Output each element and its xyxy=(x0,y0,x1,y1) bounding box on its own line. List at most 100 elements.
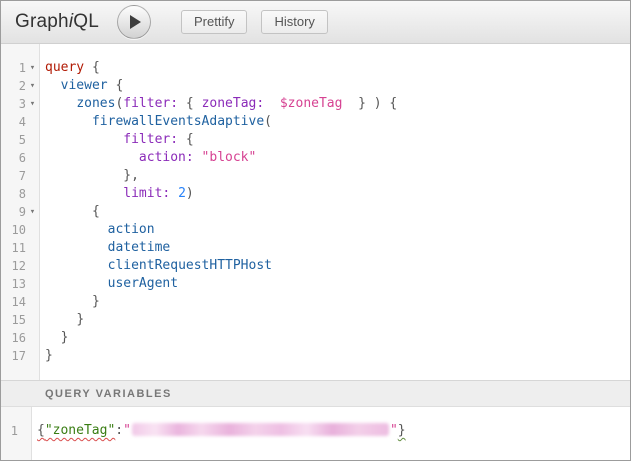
token-ws xyxy=(45,132,123,147)
token-punct: } ) { xyxy=(342,96,397,111)
code-line[interactable]: firewallEventsAdaptive( xyxy=(45,113,397,131)
code-line[interactable]: clientRequestHTTPHost xyxy=(45,257,397,275)
code-line[interactable]: userAgent xyxy=(45,275,397,293)
token-ws xyxy=(45,78,61,93)
code-line[interactable]: datetime xyxy=(45,239,397,257)
token-property: action xyxy=(108,222,155,237)
variables-line-number-gutter: 1 xyxy=(1,407,32,460)
token-ws xyxy=(45,168,123,183)
token-ws xyxy=(45,222,108,237)
token-string: " xyxy=(123,423,131,438)
line-number: 7 xyxy=(19,167,26,185)
execute-query-button[interactable] xyxy=(117,5,151,39)
token-attribute: zoneTag: xyxy=(202,96,265,111)
line-number: 12 xyxy=(12,257,26,275)
token-string: "block" xyxy=(202,150,257,165)
token-string: " xyxy=(390,423,398,438)
token-punct: ( xyxy=(264,114,272,129)
token-property: zones xyxy=(76,96,115,111)
code-line[interactable]: { xyxy=(45,203,397,221)
token-property: clientRequestHTTPHost xyxy=(108,258,272,273)
token-attribute: action: xyxy=(139,150,194,165)
code-line[interactable]: filter: { xyxy=(45,131,397,149)
token-ws xyxy=(45,312,76,327)
token-punct: } xyxy=(61,330,69,345)
token-punct: }, xyxy=(123,168,139,183)
token-ws xyxy=(194,150,202,165)
code-line[interactable]: } xyxy=(45,293,397,311)
line-number: 5 xyxy=(19,131,26,149)
line-number: 14 xyxy=(12,293,26,311)
line-number: 1 xyxy=(11,422,18,440)
play-icon xyxy=(130,15,141,29)
line-number: 2 xyxy=(19,77,26,95)
token-ws xyxy=(45,240,108,255)
code-line[interactable]: zones(filter: { zoneTag: $zoneTag } ) { xyxy=(45,95,397,113)
variables-editor[interactable]: 1 {"zoneTag":""} xyxy=(1,407,630,460)
line-number: 13 xyxy=(12,275,26,293)
token-punct: { xyxy=(84,60,100,75)
token-property: firewallEventsAdaptive xyxy=(92,114,264,129)
line-number: 6 xyxy=(19,149,26,167)
token-punct: { xyxy=(178,96,201,111)
fold-toggle-icon[interactable]: ▾ xyxy=(26,77,39,95)
app-title: GraphiQL xyxy=(15,11,99,33)
token-ws xyxy=(45,114,92,129)
code-line[interactable]: viewer { xyxy=(45,77,397,95)
query-variables-title-bar[interactable]: QUERY VARIABLES xyxy=(1,380,630,407)
token-property: datetime xyxy=(108,240,171,255)
code-line[interactable]: action: "block" xyxy=(45,149,397,167)
history-button[interactable]: History xyxy=(261,10,327,34)
token-punct: } xyxy=(45,348,53,363)
variables-code-area[interactable]: {"zoneTag":""} xyxy=(32,407,406,460)
code-line[interactable]: } xyxy=(45,311,397,329)
line-number: 16 xyxy=(12,329,26,347)
token-ws xyxy=(45,294,92,309)
line-number: 4 xyxy=(19,113,26,131)
code-line[interactable]: {"zoneTag":""} xyxy=(37,422,406,440)
line-number: 1 xyxy=(19,59,26,77)
fold-toggle-icon[interactable]: ▾ xyxy=(26,95,39,113)
code-line[interactable]: } xyxy=(45,329,397,347)
token-varname: "zoneTag" xyxy=(45,423,115,438)
line-number: 9 xyxy=(19,203,26,221)
token-punct: { xyxy=(37,423,45,438)
query-code-area[interactable]: query { viewer { zones(filter: { zoneTag… xyxy=(40,44,397,380)
token-number: 2 xyxy=(178,186,186,201)
token-ws xyxy=(45,186,123,201)
token-keyword: query xyxy=(45,60,84,75)
query-editor[interactable]: 1▾2▾3▾456789▾1011121314151617 query { vi… xyxy=(1,44,630,380)
graphiql-window: GraphiQL Prettify History 1▾2▾3▾456789▾1… xyxy=(0,0,631,461)
code-line[interactable]: action xyxy=(45,221,397,239)
app-title-pre: Graph xyxy=(15,11,69,32)
line-number: 11 xyxy=(12,239,26,257)
token-property: viewer xyxy=(61,78,108,93)
code-line[interactable]: limit: 2) xyxy=(45,185,397,203)
token-punct: : xyxy=(115,423,123,438)
code-line[interactable]: }, xyxy=(45,167,397,185)
token-ws xyxy=(170,186,178,201)
token-punct: ) xyxy=(186,186,194,201)
fold-toggle-icon[interactable]: ▾ xyxy=(26,59,39,77)
query-line-number-gutter: 1▾2▾3▾456789▾1011121314151617 xyxy=(1,44,40,380)
query-variables-title: QUERY VARIABLES xyxy=(45,388,172,400)
token-punct: { xyxy=(92,204,100,219)
prettify-button[interactable]: Prettify xyxy=(181,10,247,34)
line-number: 15 xyxy=(12,311,26,329)
fold-toggle-icon[interactable]: ▾ xyxy=(26,203,39,221)
token-punct: { xyxy=(108,78,124,93)
line-number: 8 xyxy=(19,185,26,203)
token-ws xyxy=(45,276,108,291)
token-ws xyxy=(45,330,61,345)
token-ws xyxy=(45,204,92,219)
token-ws xyxy=(264,96,280,111)
line-number: 3 xyxy=(19,95,26,113)
code-line[interactable]: } xyxy=(45,347,397,365)
app-title-post: QL xyxy=(73,11,99,32)
token-ws xyxy=(45,150,139,165)
code-line[interactable]: query { xyxy=(45,59,397,77)
token-punct: } xyxy=(76,312,84,327)
token-variable: $zoneTag xyxy=(280,96,343,111)
token-ws xyxy=(45,258,108,273)
redacted-value xyxy=(132,423,389,436)
